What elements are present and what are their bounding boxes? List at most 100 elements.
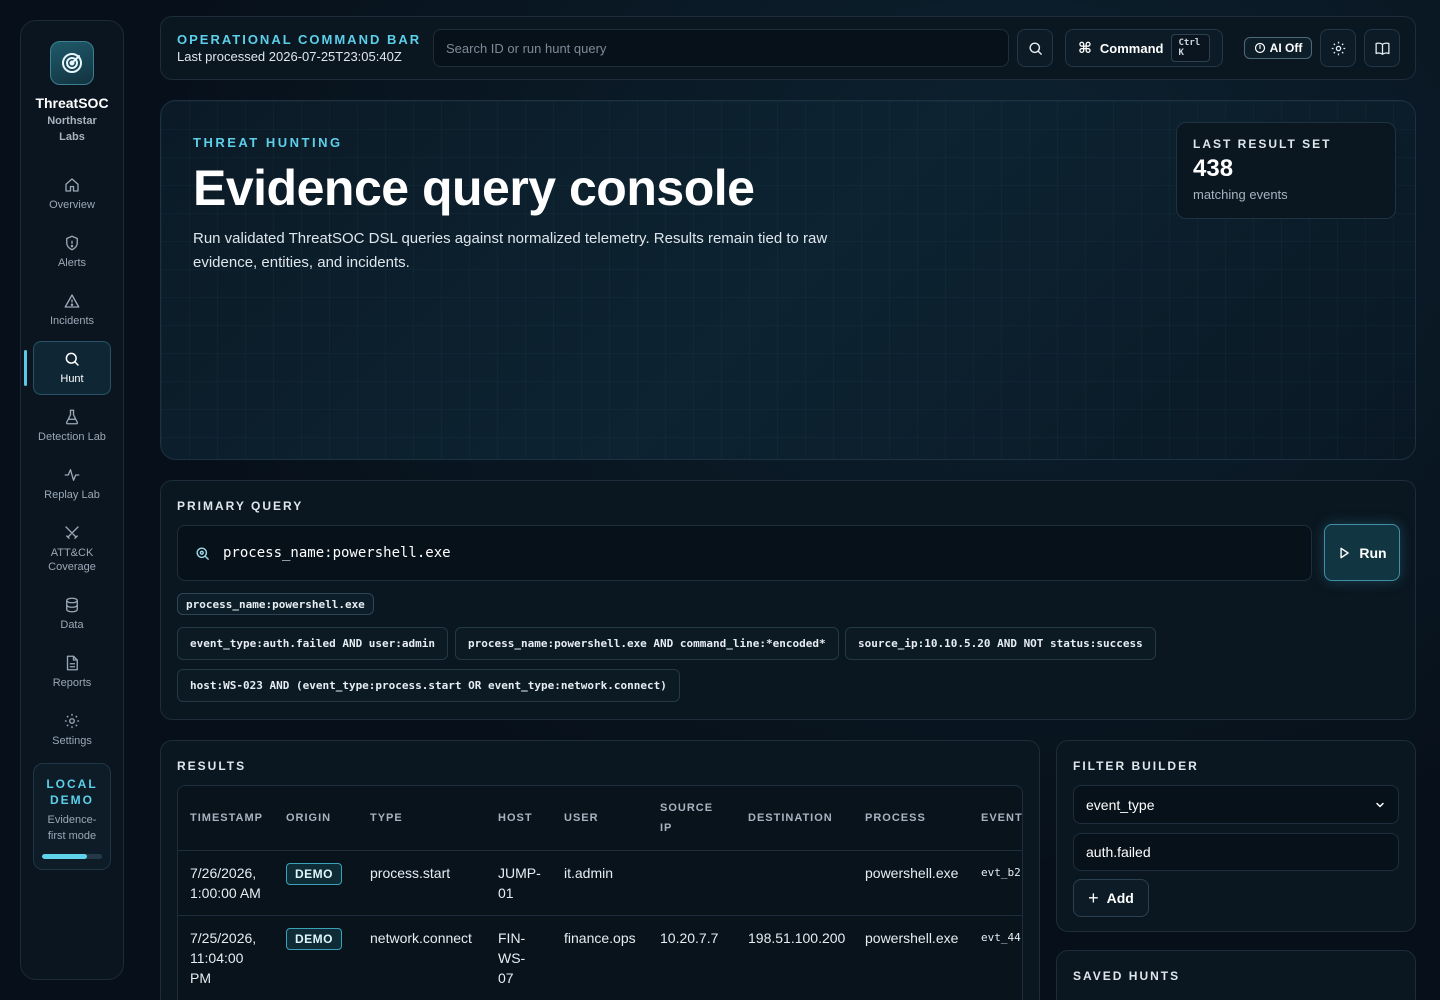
origin-badge: DEMO xyxy=(286,862,342,885)
sidebar-item-label: Reports xyxy=(52,677,92,689)
brand-org: Northstar Labs xyxy=(47,115,97,143)
plus-icon: + xyxy=(1088,887,1099,908)
search-input[interactable] xyxy=(433,29,1009,67)
search-zoom-icon xyxy=(196,546,209,560)
local-demo-card: LOCAL DEMO Evidence-first mode xyxy=(33,763,111,870)
sidebar-item-reports[interactable]: Reports xyxy=(33,645,111,699)
last-result-count: 438 xyxy=(1193,155,1234,182)
column-header[interactable]: ORIGIN xyxy=(274,786,358,851)
cell-host: JUMP-01 xyxy=(486,850,552,916)
sidebar-item-data[interactable]: Data xyxy=(33,587,111,641)
table-header-row: TIMESTAMP ORIGIN TYPE HOST USER SOURCE I… xyxy=(178,786,1022,851)
example-query-chip[interactable]: event_type:auth.failed AND user:admin xyxy=(177,627,449,660)
sidebar-item-label: Detection Lab xyxy=(38,431,106,443)
activity-icon xyxy=(64,469,80,481)
command-palette-button[interactable]: ⌘ Command Ctrl K xyxy=(1065,29,1223,67)
brand-name: ThreatSOC xyxy=(35,95,109,111)
home-icon xyxy=(65,178,79,192)
column-header[interactable]: TYPE xyxy=(358,786,486,851)
ai-toggle-button[interactable]: AI Off xyxy=(1244,37,1312,59)
results-table-container[interactable]: TIMESTAMP ORIGIN TYPE HOST USER SOURCE I… xyxy=(177,785,1023,1000)
command-shortcut: Ctrl K xyxy=(1171,34,1210,62)
cell-event[interactable]: evt_b2 xyxy=(969,850,1022,916)
command-key-icon: ⌘ xyxy=(1078,40,1092,57)
sidebar-item-detection-lab[interactable]: Detection Lab xyxy=(33,399,111,453)
search-icon xyxy=(1028,41,1042,55)
page-title: Evidence query console xyxy=(193,160,755,216)
brand-logo[interactable] xyxy=(50,41,94,85)
cell-timestamp: 7/26/2026, 1:00:00 AM xyxy=(178,850,274,916)
settings-button[interactable] xyxy=(1320,29,1356,67)
search-button[interactable] xyxy=(1017,29,1053,67)
column-header[interactable]: HOST xyxy=(486,786,552,851)
warning-icon xyxy=(64,294,80,308)
shield-icon xyxy=(66,235,78,251)
gear-icon xyxy=(1331,41,1345,55)
docs-button[interactable] xyxy=(1364,29,1400,67)
cell-destination: 198.51.100.200 xyxy=(736,915,853,1000)
column-header[interactable]: USER xyxy=(552,786,648,851)
sidebar-item-overview[interactable]: Overview xyxy=(33,167,111,221)
sidebar: ThreatSOC Northstar Labs Overview Alerts… xyxy=(20,20,124,980)
column-header[interactable]: SOURCE IP xyxy=(648,786,736,851)
cell-type: process.start xyxy=(358,850,486,916)
cell-process: powershell.exe xyxy=(853,850,969,916)
field-select-value: event_type xyxy=(1086,796,1155,813)
last-processed: Last processed 2026-07-25T23:05:40Z xyxy=(177,49,402,64)
demo-title: LOCAL DEMO xyxy=(46,777,98,807)
cell-timestamp: 7/25/2026, 11:04:00 PM xyxy=(178,915,274,1000)
sidebar-item-settings[interactable]: Settings xyxy=(33,703,111,757)
saved-hunts-panel: SAVED HUNTS xyxy=(1056,950,1416,1000)
run-button[interactable]: Run xyxy=(1324,524,1400,581)
table-row[interactable]: 7/25/2026, 11:04:00 PM DEMO network.conn… xyxy=(178,915,1022,1000)
sidebar-item-incidents[interactable]: Incidents xyxy=(33,283,111,337)
results-label: RESULTS xyxy=(177,759,247,773)
last-result-card: LAST RESULT SET 438 matching events xyxy=(1176,122,1396,219)
sidebar-item-alerts[interactable]: Alerts xyxy=(33,225,111,279)
cell-origin: DEMO xyxy=(274,850,358,916)
primary-query-panel: PRIMARY QUERY process_name:powershell.ex… xyxy=(160,480,1416,720)
sidebar-item-replay-lab[interactable]: Replay Lab xyxy=(33,457,111,511)
example-query-chip[interactable]: host:WS-023 AND (event_type:process.star… xyxy=(177,669,680,702)
cell-origin: DEMO xyxy=(274,915,358,1000)
cell-event[interactable]: evt_44 xyxy=(969,915,1022,1000)
book-icon xyxy=(1374,41,1390,55)
chevron-down-icon xyxy=(1376,802,1384,807)
power-icon xyxy=(1254,42,1265,54)
crossed-swords-icon xyxy=(65,526,79,539)
document-icon xyxy=(66,655,78,671)
field-select[interactable]: event_type xyxy=(1073,785,1399,824)
cell-process: powershell.exe xyxy=(853,915,969,1000)
sidebar-item-hunt[interactable]: Hunt xyxy=(24,341,111,395)
example-query-chip[interactable]: source_ip:10.10.5.20 AND NOT status:succ… xyxy=(845,627,1156,660)
cell-source-ip xyxy=(648,850,736,916)
column-header[interactable]: DESTINATION xyxy=(736,786,853,851)
primary-query-label: PRIMARY QUERY xyxy=(177,499,304,513)
hero-panel: THREAT HUNTING Evidence query console Ru… xyxy=(160,100,1416,460)
query-text: process_name:powershell.exe xyxy=(223,545,451,561)
cell-user: finance.ops xyxy=(552,915,648,1000)
add-filter-button[interactable]: + Add xyxy=(1073,879,1149,917)
active-query-chip[interactable]: process_name:powershell.exe xyxy=(177,593,374,615)
example-query-chip[interactable]: process_name:powershell.exe AND command_… xyxy=(455,627,839,660)
column-header[interactable]: PROCESS xyxy=(853,786,969,851)
database-icon xyxy=(66,597,78,613)
cell-host: FIN-WS-07 xyxy=(486,915,552,1000)
filter-value-input[interactable] xyxy=(1073,833,1399,871)
query-input[interactable]: process_name:powershell.exe xyxy=(177,525,1312,581)
sidebar-item-attack-coverage[interactable]: ATT&CK Coverage xyxy=(33,515,111,583)
column-header[interactable]: EVENT xyxy=(969,786,1022,851)
ai-toggle-label: AI Off xyxy=(1269,41,1303,55)
command-label: Command xyxy=(1099,40,1164,56)
column-header[interactable]: TIMESTAMP xyxy=(178,786,274,851)
sidebar-nav: Overview Alerts Incidents Hunt Detection… xyxy=(21,167,123,761)
sidebar-item-label: Alerts xyxy=(57,257,87,269)
last-result-sub: matching events xyxy=(1193,187,1288,202)
demo-progress-bar xyxy=(42,854,102,859)
results-table: TIMESTAMP ORIGIN TYPE HOST USER SOURCE I… xyxy=(178,786,1022,1000)
origin-badge: DEMO xyxy=(286,927,342,950)
radar-icon xyxy=(62,53,82,73)
table-row[interactable]: 7/26/2026, 1:00:00 AM DEMO process.start… xyxy=(178,850,1022,916)
command-bar-title: OPERATIONAL COMMAND BAR xyxy=(177,32,422,47)
saved-hunts-label: SAVED HUNTS xyxy=(1073,969,1181,983)
